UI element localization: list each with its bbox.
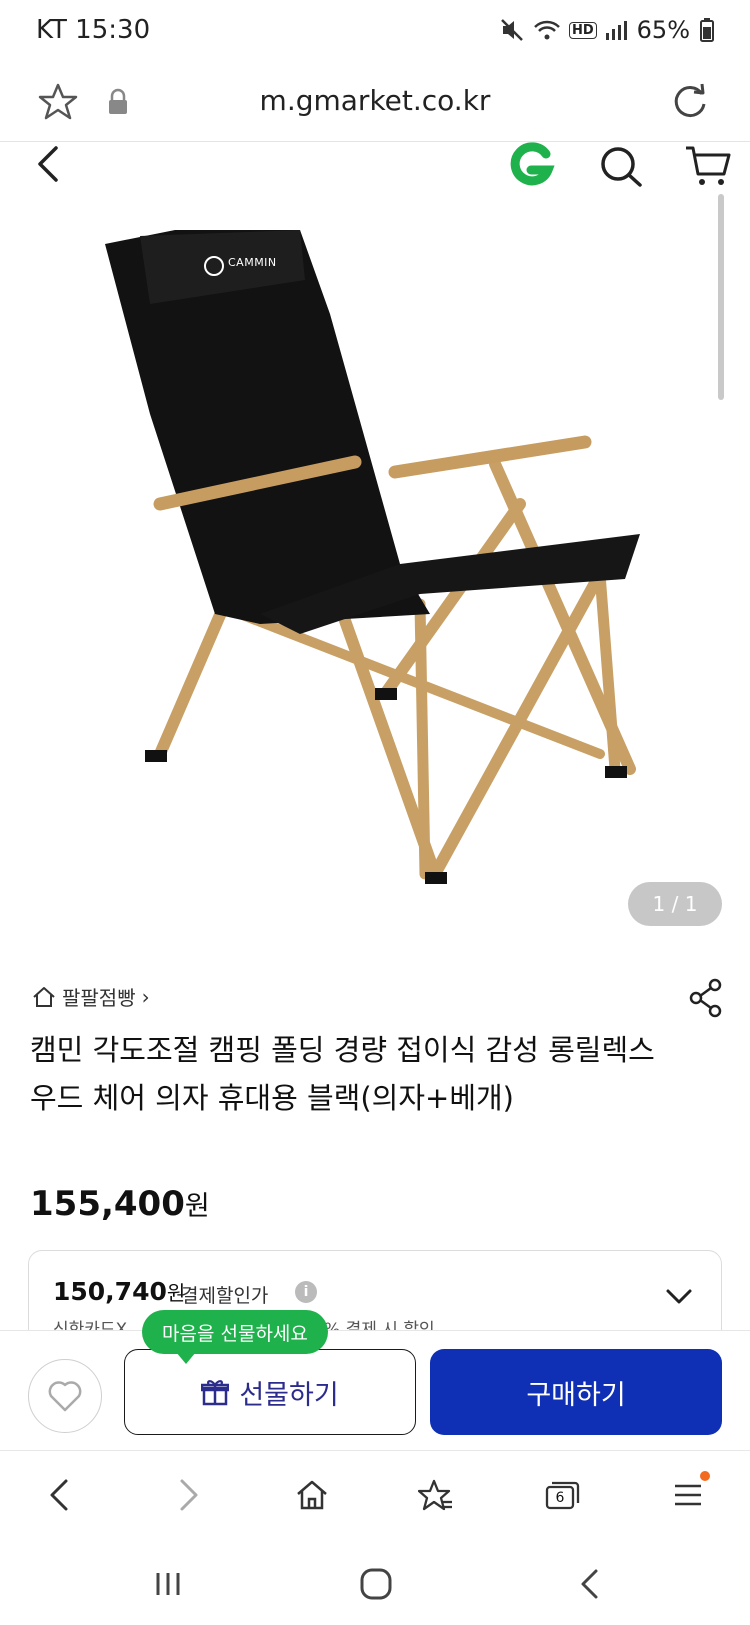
hd-badge: HD [568,21,597,39]
price-number: 155,400 [30,1184,185,1224]
status-indicators: HD 65% [499,16,714,44]
product-title: 캠민 각도조절 캠핑 폴딩 경량 접이식 감성 롱릴렉스 우드 체어 의자 휴대… [30,1033,655,1115]
buy-button[interactable]: 구매하기 [430,1349,722,1435]
like-button[interactable] [28,1359,102,1433]
carrier-time: KT 15:30 [36,15,151,45]
purchase-action-bar: 선물하기 구매하기 [0,1330,750,1446]
scroll-indicator[interactable] [718,194,724,400]
site-header [0,142,750,194]
gift-button[interactable]: 선물하기 [124,1349,416,1435]
system-back-button[interactable] [566,1562,614,1606]
signal-icon [605,21,627,40]
battery-icon [700,18,714,42]
gift-label: 선물하기 [239,1379,339,1411]
browser-tabs-button[interactable]: 6 [536,1469,588,1521]
search-icon[interactable] [598,144,644,188]
store-name: 팔팔점빵 [62,986,136,1010]
chair-illustration [105,230,640,884]
chevron-down-icon[interactable] [665,1287,693,1307]
image-counter: 1 / 1 [628,882,722,926]
product-price: 155,400원 [30,1184,210,1224]
home-icon [297,1480,327,1510]
reload-icon[interactable] [668,80,712,124]
system-nav-bar [0,1540,750,1625]
recent-apps-button[interactable] [144,1562,192,1606]
cart-icon[interactable] [684,144,732,188]
product-image[interactable]: CAMMIN 1 / 1 [0,194,750,954]
status-bar: KT 15:30 HD 65% [0,0,750,60]
price-unit: 원 [184,1191,210,1222]
recent-apps-icon [156,1573,180,1595]
wifi-icon [534,20,560,40]
bookmarks-star-icon [418,1479,452,1511]
browser-menu-button[interactable] [662,1469,714,1521]
browser-back-button[interactable] [34,1469,86,1521]
system-home-icon [360,1568,392,1600]
discount-price-number: 150,740 [53,1277,167,1306]
system-home-button[interactable] [352,1562,400,1606]
store-chevron-icon: › [141,984,150,1009]
gift-icon [201,1380,230,1406]
forward-icon [180,1479,198,1511]
url-text[interactable]: m.gmarket.co.kr [0,84,750,117]
mute-icon [501,19,523,41]
browser-url-bar: m.gmarket.co.kr [0,62,750,142]
tabs-count: 6 [555,1490,565,1506]
share-icon[interactable] [688,978,724,1018]
system-back-icon [581,1569,598,1599]
browser-forward-button[interactable] [162,1469,214,1521]
browser-home-button[interactable] [286,1469,338,1521]
browser-bookmarks-button[interactable] [410,1469,462,1521]
discount-label: 결제할인가 [181,1285,269,1307]
store-link[interactable]: 팔팔점빵 › [32,982,150,1011]
gmarket-g-logo[interactable] [506,142,556,188]
info-icon[interactable]: i [295,1281,317,1303]
battery-percent: 65% [636,16,690,44]
back-icon [50,1479,68,1511]
home-store-icon [33,986,55,1007]
gift-tooltip: 마음을 선물하세요 [142,1310,328,1364]
notification-dot [700,1471,710,1481]
hamburger-menu-icon [675,1484,701,1506]
browser-nav-bar: 6 [0,1450,750,1538]
discount-price: 150,740원 [53,1277,185,1306]
heart-icon [48,1381,82,1412]
image-brand-logo-text: CAMMIN [228,256,277,269]
back-arrow-icon[interactable] [28,142,68,186]
